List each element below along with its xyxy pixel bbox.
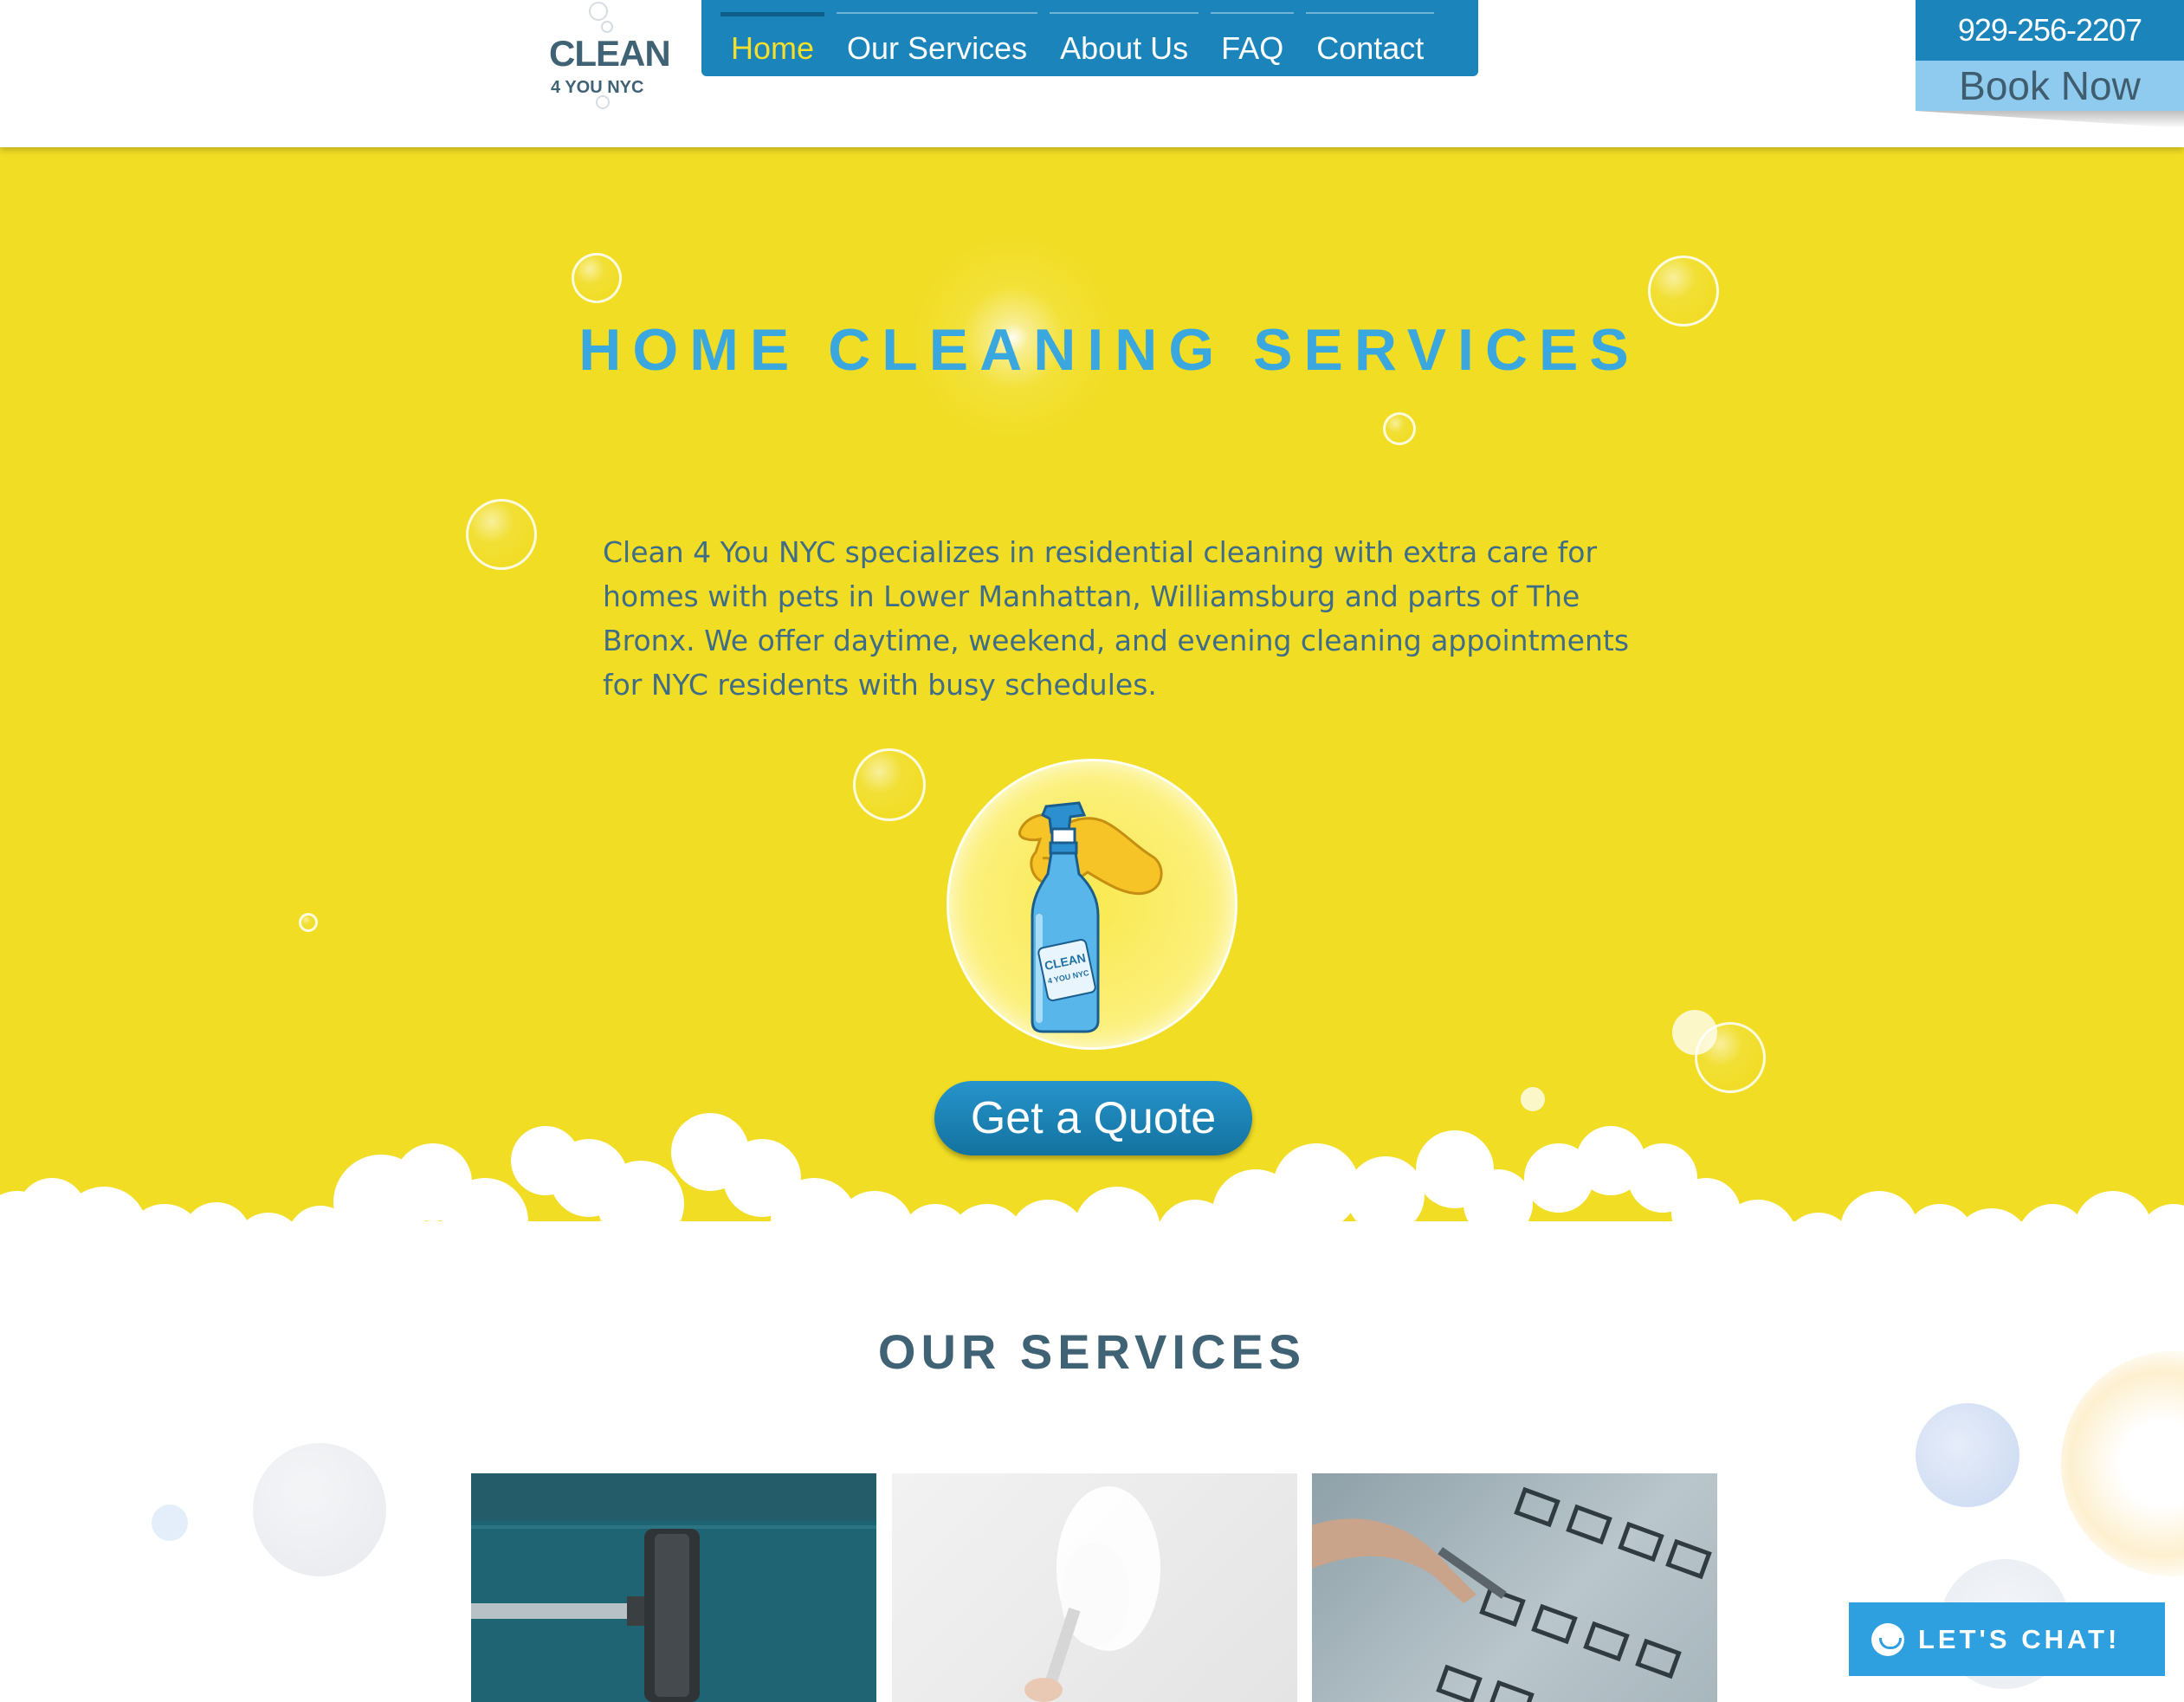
logo-text-clean: CLEAN [549, 33, 671, 74]
site-logo[interactable]: CLEAN 4 YOU NYC [547, 2, 671, 113]
nav-faq[interactable]: FAQ [1211, 12, 1295, 76]
bubble-dot [1672, 1010, 1717, 1055]
checklist-image [1312, 1486, 1712, 1702]
nav-our-services[interactable]: Our Services [837, 12, 1038, 76]
lets-chat-button[interactable]: LET'S CHAT! [1849, 1602, 2165, 1676]
bubble-decoration [152, 1505, 188, 1541]
service-card-dusting[interactable] [892, 1473, 1297, 1702]
service-card-checklist[interactable] [1312, 1473, 1717, 1702]
nav-about-us[interactable]: About Us [1050, 12, 1199, 76]
duster-image [1024, 1486, 1160, 1702]
nav-home[interactable]: Home [720, 12, 825, 76]
book-now-shadow [1916, 111, 2184, 128]
phone-number[interactable]: 929-256-2207 [1916, 0, 2184, 61]
chat-label: LET'S CHAT! [1918, 1623, 2121, 1654]
hero-description: Clean 4 You NYC specializes in residenti… [603, 535, 1630, 702]
bubble-decoration [1383, 412, 1416, 445]
hero-title: HOME CLEANING SERVICES [578, 317, 1640, 383]
site-header: CLEAN 4 YOU NYC Home Our Services About … [0, 0, 2184, 147]
book-now-button[interactable]: Book Now [1916, 61, 2184, 111]
bubble-decoration [1916, 1403, 2019, 1507]
spray-bottle-icon: CLEAN 4 YOU NYC [1018, 801, 1163, 1033]
chat-smiley-icon [1871, 1622, 1904, 1656]
bubble-decoration [572, 253, 622, 303]
bubble-decoration [2061, 1351, 2184, 1576]
logo-bubble-decoration [589, 2, 608, 21]
logo-bubble-decoration [601, 21, 613, 33]
vacuum-image [471, 1473, 876, 1702]
get-a-quote-button[interactable]: Get a Quote [934, 1081, 1252, 1155]
bubble-decoration [853, 748, 926, 821]
nav-contact[interactable]: Contact [1306, 12, 1435, 76]
spray-bottle-illustration: CLEAN 4 YOU NYC [947, 759, 1237, 1050]
bubble-decoration [466, 499, 537, 570]
services-title: OUR SERVICES [877, 1324, 1307, 1379]
bubble-decoration [253, 1443, 386, 1576]
hero-section: HOME CLEANING SERVICES Clean 4 You NYC s… [0, 147, 2184, 1265]
bubble-decoration [299, 913, 318, 932]
logo-text-nyc: 4 YOU NYC [551, 78, 644, 97]
service-card-vacuum[interactable] [471, 1473, 876, 1702]
main-nav: Home Our Services About Us FAQ Contact [701, 0, 1478, 76]
